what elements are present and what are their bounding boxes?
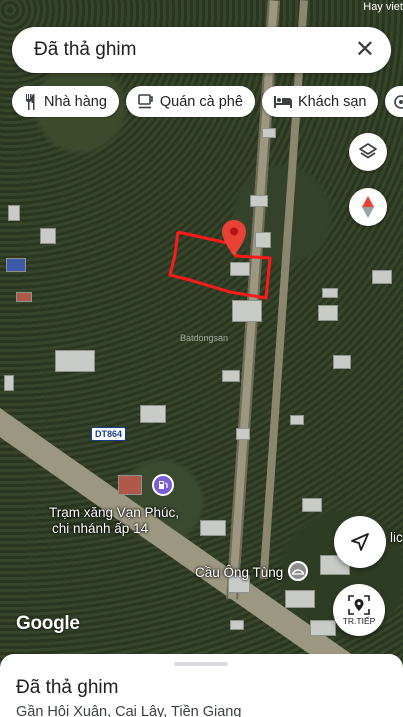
- search-query[interactable]: Đã thả ghim: [34, 39, 355, 61]
- place-title: Đã thả ghim: [16, 677, 119, 698]
- navigation-arrow-icon: [351, 533, 369, 551]
- road-shield-dt864: DT864: [91, 427, 127, 441]
- place-bottom-sheet[interactable]: Đã thả ghim Gần Hội Xuân, Cai Lậy, Tiền …: [0, 654, 403, 717]
- partial-place-label: lic: [390, 530, 403, 545]
- chip-restaurants[interactable]: Nhà hàng: [12, 86, 119, 117]
- close-icon[interactable]: ✕: [355, 38, 375, 62]
- layers-icon: [359, 143, 377, 159]
- layers-button[interactable]: [349, 133, 387, 171]
- status-bar: Hay viet: [0, 0, 403, 16]
- chip-label: Nhà hàng: [44, 93, 107, 110]
- google-attribution: Google: [16, 613, 80, 634]
- gas-station-label-line2[interactable]: chi nhánh ấp 14: [52, 521, 148, 536]
- dropped-pin-icon[interactable]: [222, 220, 246, 256]
- chip-label: Khách sạn: [297, 93, 367, 110]
- restaurant-icon: [26, 93, 35, 110]
- chip-coffee[interactable]: Quán cà phê: [125, 86, 255, 117]
- bridge-label[interactable]: Cầu Ông Tùng: [195, 565, 283, 580]
- search-bar[interactable]: Đã thả ghim ✕: [12, 27, 391, 73]
- attraction-icon: [394, 94, 403, 109]
- start-navigation-button[interactable]: TR.TIẾP: [333, 584, 385, 636]
- coffee-icon: [138, 94, 153, 109]
- chip-label: Quán cà phê: [159, 93, 243, 110]
- compass-icon: [362, 196, 374, 218]
- location-scan-icon: [348, 594, 370, 615]
- place-subtitle: Gần Hội Xuân, Cai Lậy, Tiền Giang: [16, 704, 242, 717]
- start-navigation-label: TR.TIẾP: [342, 615, 376, 626]
- chip-more[interactable]: [385, 86, 403, 117]
- bridge-icon[interactable]: [288, 561, 308, 581]
- sheet-drag-handle[interactable]: [174, 662, 228, 666]
- gas-station-label-line1[interactable]: Trạm xăng Vạn Phúc,: [49, 505, 179, 520]
- hotel-icon: [273, 96, 292, 108]
- status-right-text: Hay viet: [363, 1, 403, 13]
- watermark-text: Batdongsan: [180, 333, 229, 343]
- category-chips: Nhà hàng Quán cà phê Khách sạn: [12, 86, 403, 118]
- chip-hotels[interactable]: Khách sạn: [261, 86, 379, 117]
- gas-station-icon[interactable]: [152, 474, 174, 496]
- directions-button[interactable]: [334, 516, 386, 568]
- compass-button[interactable]: [349, 188, 387, 226]
